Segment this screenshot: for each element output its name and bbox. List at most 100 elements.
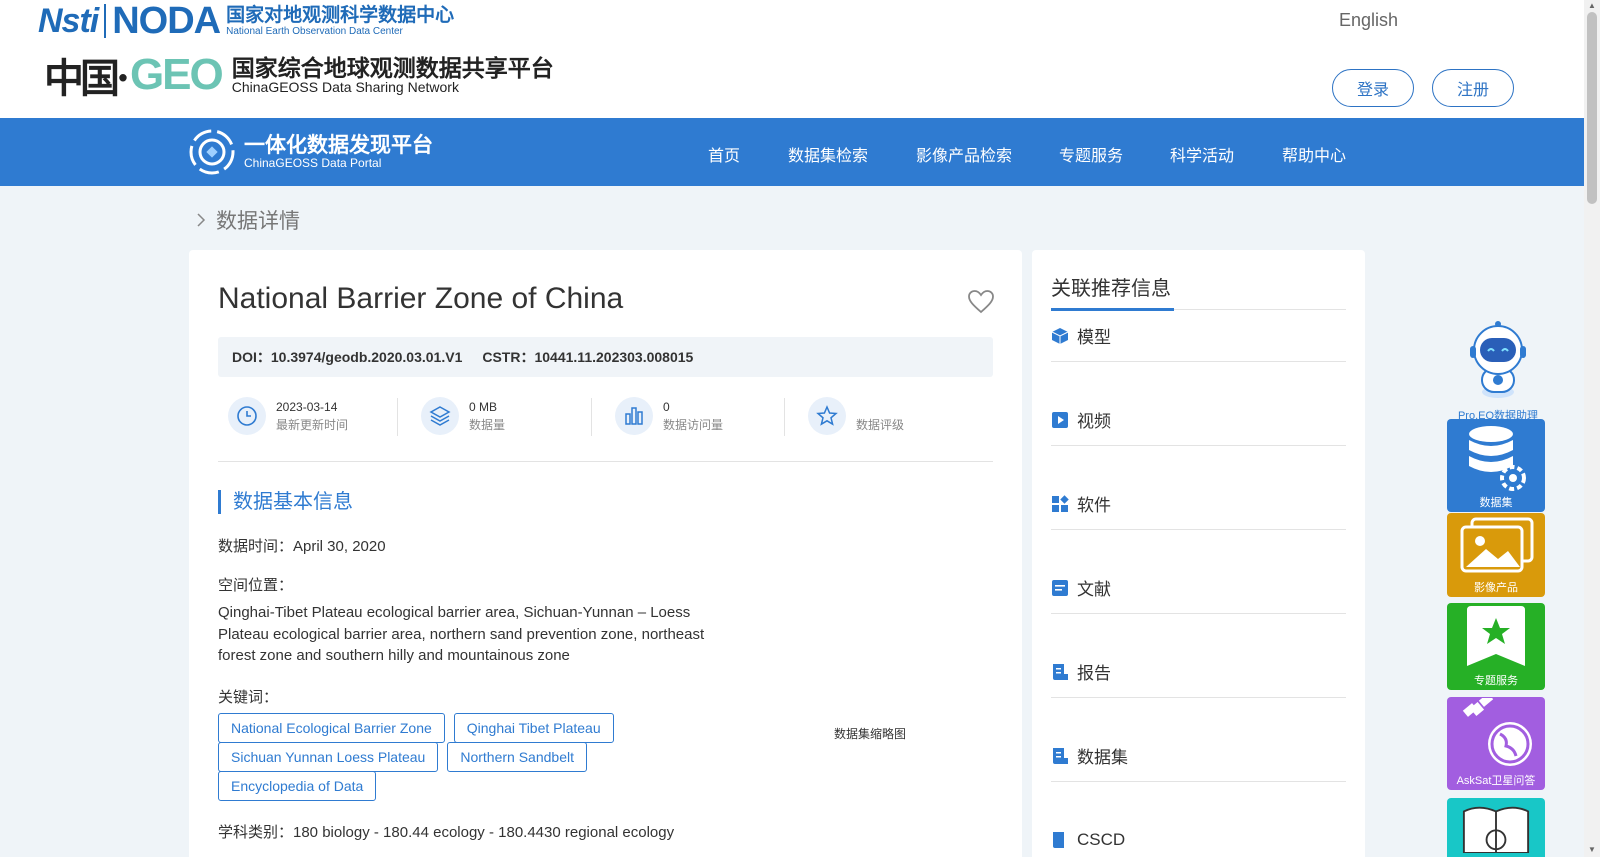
basic-info-heading: 数据基本信息 bbox=[218, 490, 353, 514]
favorite-heart-icon[interactable] bbox=[967, 288, 995, 316]
stat-visits: 0 数据访问量 bbox=[615, 396, 805, 436]
cstr-value[interactable]: 10441.11.202303.008015 bbox=[534, 349, 693, 365]
top-header: Nsti NODA 国家对地观测科学数据中心 National Earth Ob… bbox=[0, 0, 1584, 120]
portal-logo-text: 一体化数据发现平台 ChinaGEOSS Data Portal bbox=[244, 134, 433, 170]
noda-logo-mark: NODA bbox=[112, 0, 221, 42]
open-book-icon bbox=[1462, 806, 1530, 853]
cube-icon bbox=[1051, 327, 1069, 344]
ai-assistant-button[interactable]: Pro.EO数据助理 bbox=[1456, 318, 1540, 423]
stat-value: 2023-03-14 bbox=[276, 400, 338, 414]
doi-label: DOI： bbox=[232, 349, 271, 365]
image-gallery-icon bbox=[1460, 517, 1534, 573]
noda-logo-text: 国家对地观测科学数据中心 National Earth Observation … bbox=[226, 6, 454, 37]
spatial-label: 空间位置： bbox=[218, 577, 294, 594]
language-switch[interactable]: English bbox=[1339, 10, 1398, 31]
main-navbar: 一体化数据发现平台 ChinaGEOSS Data Portal 首页 数据集检… bbox=[0, 118, 1584, 186]
logo-divider bbox=[104, 4, 107, 38]
noda-name-en: National Earth Observation Data Center bbox=[226, 25, 403, 37]
related-item-label: 报告 bbox=[1077, 664, 1111, 683]
keyword-tag[interactable]: Sichuan Yunnan Loess Plateau bbox=[218, 742, 439, 772]
dataset-thumbnail-placeholder: 数据集缩略图 bbox=[834, 727, 907, 741]
stat-label: 数据量 bbox=[469, 418, 506, 432]
spatial-location-text: Qinghai-Tibet Plateau ecological barrier… bbox=[218, 604, 705, 664]
star-icon[interactable] bbox=[808, 397, 846, 435]
tool-topic-services[interactable]: 专题服务 bbox=[1447, 603, 1545, 690]
related-info-title: 关联推荐信息 bbox=[1051, 278, 1171, 300]
noda-logo[interactable]: Nsti NODA 国家对地观测科学数据中心 National Earth Ob… bbox=[38, 0, 454, 42]
identifier-bar: DOI： 10.3974/geodb.2020.03.01.V1 CSTR： 1… bbox=[218, 337, 993, 377]
nav-topic-services[interactable]: 专题服务 bbox=[1059, 142, 1123, 166]
nav-help-center[interactable]: 帮助中心 bbox=[1282, 142, 1346, 166]
nav-dataset-search[interactable]: 数据集检索 bbox=[788, 142, 868, 166]
related-item-software[interactable]: 软件 bbox=[1051, 478, 1346, 530]
login-button[interactable]: 登录 bbox=[1332, 69, 1414, 107]
stat-value: 0 bbox=[663, 400, 670, 414]
related-item-label: CSCD bbox=[1077, 830, 1126, 849]
tool-image-products[interactable]: 影像产品 bbox=[1447, 513, 1545, 597]
tool-label: 影像产品 bbox=[1474, 582, 1518, 594]
layers-icon bbox=[421, 397, 459, 435]
keyword-tag[interactable]: Qinghai Tibet Plateau bbox=[453, 713, 614, 743]
portal-logo[interactable]: 一体化数据发现平台 ChinaGEOSS Data Portal bbox=[188, 128, 433, 176]
stat-label: 数据评级 bbox=[856, 418, 905, 432]
dataset-stats: 2023-03-14 最新更新时间 0 MB 数据量 0 数据访问量 数据评级 bbox=[218, 390, 993, 462]
tool-label: 专题服务 bbox=[1474, 675, 1518, 687]
dataset-detail-card: National Barrier Zone of China DOI： 10.3… bbox=[189, 250, 1022, 857]
keyword-list: National Ecological Barrier Zone Qinghai… bbox=[218, 713, 638, 801]
related-item-label: 文献 bbox=[1077, 580, 1111, 599]
related-item-label: 数据集 bbox=[1077, 748, 1128, 767]
register-button[interactable]: 注册 bbox=[1432, 69, 1514, 107]
scrollbar-thumb[interactable] bbox=[1587, 12, 1597, 204]
stat-label: 数据访问量 bbox=[663, 418, 724, 432]
clock-icon bbox=[228, 397, 266, 435]
related-item-label: 视频 bbox=[1077, 412, 1111, 431]
related-item-video[interactable]: 视频 bbox=[1051, 394, 1346, 446]
bookmark-star-icon bbox=[1467, 606, 1525, 666]
related-item-cscd[interactable]: CSCD bbox=[1051, 814, 1346, 857]
chinageoss-name-cn: 国家综合地球观测数据共享平台 bbox=[231, 54, 554, 81]
nav-science-activities[interactable]: 科学活动 bbox=[1170, 142, 1234, 166]
related-item-literature[interactable]: 文献 bbox=[1051, 562, 1346, 614]
keywords-label: 关键词： bbox=[218, 689, 279, 706]
related-info-card: 关联推荐信息 模型 视频 软件 文献 报告 数据集 CSCD bbox=[1032, 250, 1365, 857]
related-item-label: 模型 bbox=[1077, 328, 1111, 347]
report-icon bbox=[1053, 663, 1068, 680]
related-item-model[interactable]: 模型 bbox=[1051, 310, 1346, 362]
keyword-tag[interactable]: National Ecological Barrier Zone bbox=[218, 713, 445, 743]
stat-value: 0 MB bbox=[469, 400, 498, 414]
keyword-tag[interactable]: Encyclopedia of Data bbox=[218, 771, 377, 801]
nav-home[interactable]: 首页 bbox=[708, 142, 740, 166]
portal-name-cn: 一体化数据发现平台 bbox=[244, 133, 433, 157]
tool-dataset[interactable]: 数据集 bbox=[1447, 419, 1545, 512]
tool-asksat[interactable]: AskSat卫星问答 bbox=[1447, 697, 1545, 790]
chinageoss-logo[interactable]: 中国· GEO 国家综合地球观测数据共享平台 ChinaGEOSS Data S… bbox=[44, 46, 554, 104]
data-time: 数据时间：April 30, 2020 bbox=[218, 538, 386, 555]
related-item-report[interactable]: 报告 bbox=[1051, 646, 1346, 698]
portal-gear-icon bbox=[189, 129, 235, 175]
satellite-globe-icon bbox=[1462, 698, 1532, 766]
bar-chart-icon bbox=[615, 397, 653, 435]
document-icon bbox=[1052, 579, 1068, 596]
chinageoss-name-en: ChinaGEOSS Data Sharing Network bbox=[231, 78, 459, 95]
play-icon bbox=[1052, 411, 1068, 428]
page-scrollbar[interactable]: ▲ ▼ bbox=[1584, 0, 1600, 857]
doi-value[interactable]: 10.3974/geodb.2020.03.01.V1 bbox=[271, 349, 462, 365]
nav-image-product-search[interactable]: 影像产品检索 bbox=[916, 142, 1012, 166]
geo-logo-mark: GEO bbox=[129, 50, 224, 99]
database-gear-icon bbox=[1469, 426, 1526, 491]
dataset-title: National Barrier Zone of China bbox=[218, 282, 624, 315]
stat-value bbox=[856, 398, 904, 416]
cstr-label: CSTR： bbox=[482, 349, 535, 365]
dataset-icon bbox=[1053, 747, 1068, 764]
scroll-down-arrow-icon[interactable]: ▼ bbox=[1587, 845, 1597, 855]
scroll-up-arrow-icon[interactable]: ▲ bbox=[1587, 1, 1597, 11]
chinageoss-logo-text: 国家综合地球观测数据共享平台 ChinaGEOSS Data Sharing N… bbox=[231, 54, 554, 95]
related-item-dataset[interactable]: 数据集 bbox=[1051, 730, 1346, 782]
noda-name-cn: 国家对地观测科学数据中心 bbox=[226, 4, 455, 26]
stat-data-size: 0 MB 数据量 bbox=[421, 396, 611, 436]
keyword-tag[interactable]: Northern Sandbelt bbox=[447, 742, 587, 772]
tool-book[interactable] bbox=[1447, 798, 1545, 857]
breadcrumb: 数据详情 bbox=[196, 205, 300, 235]
portal-name-en: ChinaGEOSS Data Portal bbox=[244, 155, 382, 170]
stat-divider bbox=[397, 398, 398, 436]
